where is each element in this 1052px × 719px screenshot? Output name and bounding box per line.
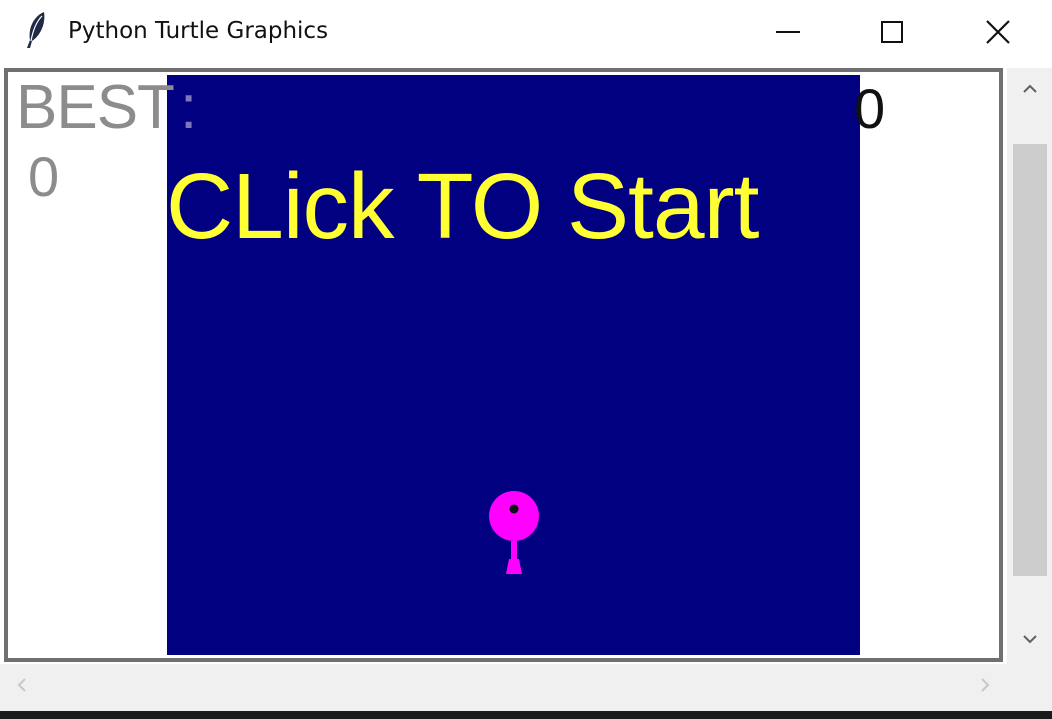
horizontal-scrollbar[interactable] bbox=[0, 664, 1007, 711]
chevron-right-icon bbox=[980, 677, 990, 698]
click-to-start-message[interactable]: CLick TO Start bbox=[166, 154, 759, 258]
chevron-up-icon bbox=[1022, 81, 1038, 99]
balloon-player bbox=[486, 486, 542, 576]
vertical-scroll-thumb[interactable] bbox=[1013, 144, 1047, 576]
scrollbar-corner bbox=[1007, 662, 1052, 711]
turtle-window: Python Turtle Graphics BEST : 0 0 CLick … bbox=[0, 0, 1052, 711]
chevron-down-icon bbox=[1022, 631, 1038, 649]
maximize-button[interactable] bbox=[840, 0, 944, 64]
turtle-canvas[interactable]: BEST : 0 0 CLick TO Start bbox=[8, 72, 999, 658]
chevron-left-icon bbox=[17, 677, 27, 698]
best-colon: : bbox=[180, 73, 198, 142]
scroll-up-button[interactable] bbox=[1007, 68, 1052, 112]
vertical-scrollbar[interactable] bbox=[1007, 68, 1052, 662]
current-score-value: 0 bbox=[854, 77, 886, 140]
close-button[interactable] bbox=[944, 0, 1052, 64]
scroll-down-button[interactable] bbox=[1007, 618, 1052, 662]
best-label: BEST bbox=[16, 73, 175, 142]
title-bar[interactable]: Python Turtle Graphics bbox=[0, 0, 1052, 64]
feather-icon bbox=[24, 10, 50, 50]
close-icon bbox=[986, 20, 1010, 44]
minimize-icon bbox=[776, 30, 800, 34]
taskbar-edge bbox=[0, 711, 1052, 719]
scroll-right-button[interactable] bbox=[963, 664, 1007, 711]
window-title: Python Turtle Graphics bbox=[68, 18, 329, 44]
scroll-left-button[interactable] bbox=[0, 664, 44, 711]
minimize-button[interactable] bbox=[736, 0, 840, 64]
canvas-frame: BEST : 0 0 CLick TO Start bbox=[4, 68, 1003, 662]
best-score-value: 0 bbox=[28, 145, 60, 208]
maximize-icon bbox=[881, 21, 903, 43]
